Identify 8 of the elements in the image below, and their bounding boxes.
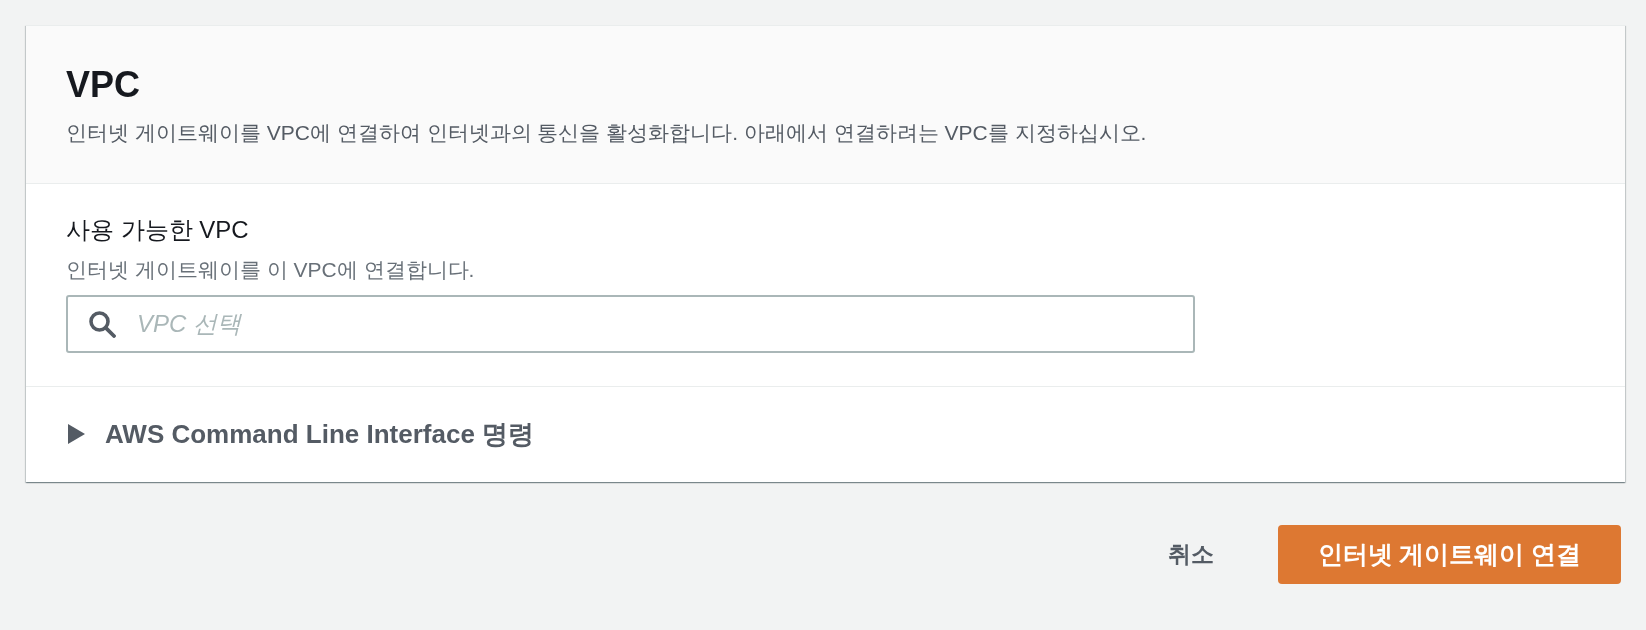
search-icon (88, 310, 116, 338)
cancel-button[interactable]: 취소 (1164, 531, 1218, 578)
cli-commands-expander[interactable]: AWS Command Line Interface 명령 (66, 419, 535, 449)
vpc-search-field[interactable]: VPC 선택 (66, 295, 1195, 353)
field-hint: 인터넷 게이트웨이를 이 VPC에 연결합니다. (66, 257, 476, 283)
field-label: 사용 가능한 VPC (66, 215, 250, 245)
panel-description: 인터넷 게이트웨이를 VPC에 연결하여 인터넷과의 통신을 활성화합니다. 아래에서 연결하려는 VPC를 지정하십시오. (66, 120, 1148, 146)
panel-title: VPC (66, 63, 142, 107)
